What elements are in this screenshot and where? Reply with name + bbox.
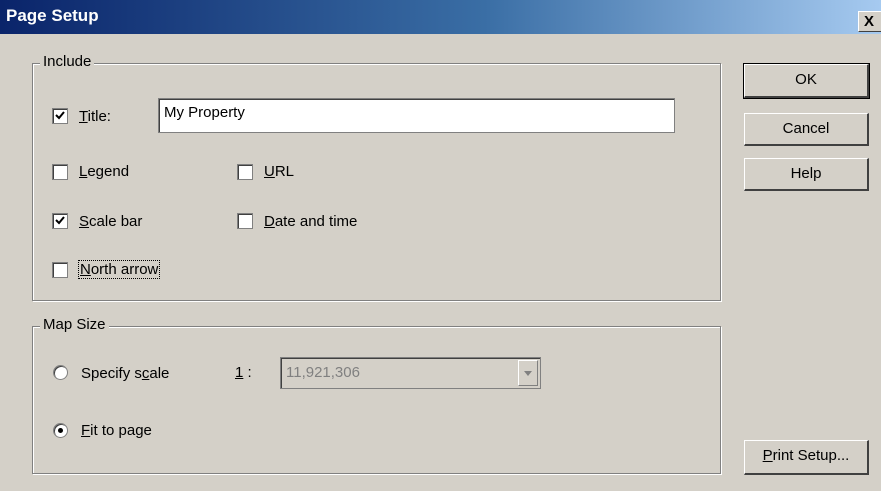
scale-dropdown-button[interactable]: [518, 360, 538, 386]
fit-to-page-label: Fit to page: [81, 422, 152, 439]
scale-bar-checkbox[interactable]: [52, 213, 68, 229]
specify-scale-radio[interactable]: [53, 365, 68, 380]
legend-label: Legend: [79, 163, 130, 180]
title-checkbox[interactable]: [52, 108, 68, 124]
include-group-label: Include: [40, 53, 95, 70]
specify-scale-label: Specify scale: [81, 365, 170, 382]
scale-prefix-label: 1 :: [235, 364, 252, 381]
title-checkbox-label: Title:: [79, 108, 111, 125]
north-arrow-checkbox[interactable]: [52, 262, 68, 278]
north-arrow-label: North arrow: [78, 260, 161, 279]
map-size-group: [32, 326, 721, 474]
help-button[interactable]: Help: [744, 158, 869, 191]
url-checkbox[interactable]: [237, 164, 253, 180]
title-input[interactable]: My Property: [158, 98, 675, 133]
fit-to-page-radio[interactable]: [53, 423, 68, 438]
close-button[interactable]: X: [858, 11, 881, 32]
url-label: URL: [264, 163, 295, 180]
chevron-down-icon: [524, 371, 532, 376]
date-time-label: Date and time: [264, 213, 358, 230]
checkmark-icon: [55, 216, 65, 225]
scale-combobox[interactable]: 11,921,306: [280, 357, 541, 389]
ok-button[interactable]: OK: [743, 63, 870, 99]
scale-bar-label: Scale bar: [79, 213, 143, 230]
title-input-value: My Property: [164, 104, 245, 121]
radio-dot: [58, 428, 63, 433]
title-bar[interactable]: Page Setup X: [0, 0, 881, 34]
legend-checkbox[interactable]: [52, 164, 68, 180]
map-size-group-label: Map Size: [40, 316, 109, 333]
scale-combobox-value: 11,921,306: [286, 364, 360, 381]
cancel-button[interactable]: Cancel: [744, 113, 869, 146]
dialog-title: Page Setup: [6, 6, 99, 25]
page-setup-dialog: Page Setup X Include Title: My Property …: [0, 0, 881, 491]
date-time-checkbox[interactable]: [237, 213, 253, 229]
checkmark-icon: [55, 111, 65, 120]
title-label-rest: itle:: [87, 108, 111, 125]
print-setup-button[interactable]: Print Setup...: [744, 440, 869, 475]
